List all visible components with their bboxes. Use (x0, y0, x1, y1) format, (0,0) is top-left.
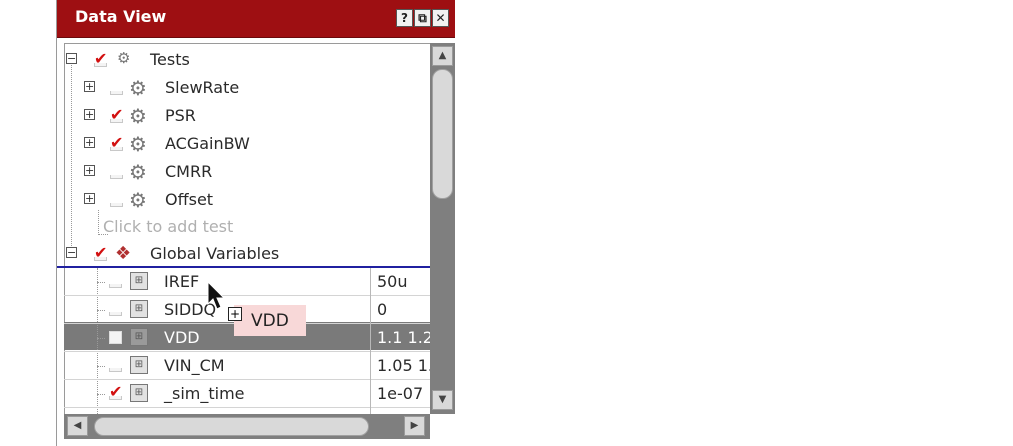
column-divider (370, 268, 371, 428)
collapse-icon[interactable]: − (66, 53, 77, 64)
variable-icon: ⊞ (130, 356, 148, 374)
test-label: PSR (165, 106, 196, 125)
scroll-up-icon[interactable]: ▲ (432, 46, 453, 66)
add-test-placeholder[interactable]: Click to add test (103, 217, 233, 236)
mouse-cursor-icon (207, 281, 226, 310)
tree-item-psr[interactable]: + ✔ ⚙ PSR (65, 102, 431, 129)
vin-cm-checkbox[interactable] (109, 359, 122, 372)
drag-plus-icon: + (228, 307, 242, 321)
tree-item-offset[interactable]: + ⚙ Offset (65, 186, 431, 213)
table-row[interactable]: ✔ ⊞ _sim_time 1e-07 (64, 380, 430, 407)
variable-name: VDD (164, 328, 200, 347)
variable-name: IREF (164, 272, 200, 291)
tree-item-cmrr[interactable]: + ⚙ CMRR (65, 158, 431, 185)
test-label: ACGainBW (165, 134, 250, 153)
test-label: SlewRate (165, 78, 240, 97)
tests-group-label: Tests (150, 50, 190, 69)
restore-icon[interactable]: ⧉ (414, 9, 431, 27)
tests-checkbox[interactable]: ✔ (94, 49, 107, 68)
gear-icon: ⚙ (129, 76, 147, 100)
variable-value[interactable]: 1e-07 (377, 384, 423, 403)
variable-value[interactable]: 1.05 1.10 (377, 356, 430, 375)
variable-name: _sim_time (164, 384, 245, 403)
test-label: Offset (165, 190, 214, 209)
variable-icon: ⊞ (130, 384, 148, 402)
variable-name: VIN_CM (164, 356, 225, 375)
horizontal-scroll-thumb[interactable] (94, 417, 369, 436)
scroll-right-icon[interactable]: ▶ (404, 416, 425, 436)
tree-item-slewrate[interactable]: + ⚙ SlewRate (65, 74, 431, 101)
siddq-checkbox[interactable] (109, 303, 122, 316)
variable-icon: ⊞ (130, 300, 148, 318)
sim-time-checkbox[interactable]: ✔ (109, 382, 122, 401)
variable-icon: ⊞ (130, 272, 148, 290)
expand-icon[interactable]: + (84, 137, 95, 148)
scroll-down-icon[interactable]: ▼ (432, 390, 453, 410)
gear-icon: ⚙ (129, 104, 147, 128)
table-row[interactable]: ⊞ VIN_CM 1.05 1.10 (64, 352, 430, 379)
vertical-scroll-thumb[interactable] (432, 69, 453, 199)
vertical-scrollbar[interactable]: ▲ ▼ (430, 43, 455, 414)
collapse-icon[interactable]: − (66, 247, 77, 258)
iref-checkbox[interactable] (109, 275, 122, 288)
horizontal-scrollbar[interactable]: ◀ ▶ (64, 414, 430, 439)
data-view-panel: Data View ? ⧉ ✕ − ✔ ⚙ Tests + ⚙ SlewRate… (56, 0, 455, 446)
test-label: CMRR (165, 162, 213, 181)
gear-icon: ⚙ (129, 132, 147, 156)
tree-group-global-variables[interactable]: − ✔ ❖ Global Variables (65, 240, 431, 267)
gear-icon: ⚙ (129, 160, 147, 184)
cmrr-checkbox[interactable] (110, 166, 123, 179)
psr-checkbox[interactable]: ✔ (110, 105, 123, 124)
tree-group-tests[interactable]: − ✔ ⚙ Tests (65, 46, 431, 73)
gear-icon: ⚙ (129, 188, 147, 212)
variables-table: ⊞ IREF 50u ⊞ SIDDQ 0 ⊞ VDD 1.1 1.2 ⊞ VIN… (64, 268, 430, 414)
cubes-icon: ❖ (115, 243, 132, 264)
expand-icon[interactable]: + (84, 165, 95, 176)
vdd-checkbox[interactable] (109, 331, 122, 344)
variable-value[interactable]: 50u (377, 272, 408, 291)
global-variables-label: Global Variables (150, 244, 280, 263)
add-test-row[interactable]: Click to add test (65, 213, 431, 240)
panel-title: Data View (75, 7, 167, 26)
tree-item-acgainbw[interactable]: + ✔ ⚙ ACGainBW (65, 130, 431, 157)
global-variables-checkbox[interactable]: ✔ (94, 243, 107, 262)
slewrate-checkbox[interactable] (110, 82, 123, 95)
help-icon[interactable]: ? (396, 9, 413, 27)
title-bar: Data View ? ⧉ ✕ (57, 0, 455, 38)
variable-value[interactable]: 1.1 1.2 (377, 328, 430, 347)
variable-icon: ⊞ (130, 328, 148, 346)
expand-icon[interactable]: + (84, 109, 95, 120)
variable-value[interactable]: 0 (377, 300, 387, 319)
scroll-left-icon[interactable]: ◀ (67, 416, 88, 436)
expand-icon[interactable]: + (84, 81, 95, 92)
close-icon[interactable]: ✕ (432, 9, 449, 27)
offset-checkbox[interactable] (110, 194, 123, 207)
expand-icon[interactable]: + (84, 193, 95, 204)
tests-gears-icon: ⚙ (117, 49, 131, 67)
drag-preview-label: VDD (251, 311, 289, 331)
table-row[interactable]: ⊞ IREF 50u (64, 268, 430, 295)
acgainbw-checkbox[interactable]: ✔ (110, 133, 123, 152)
